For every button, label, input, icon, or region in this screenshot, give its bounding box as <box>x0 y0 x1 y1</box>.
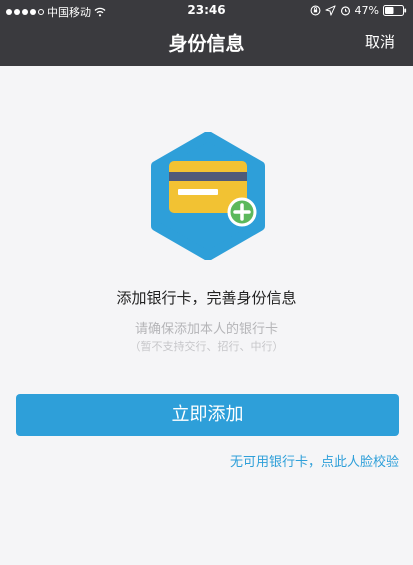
add-bank-card-icon <box>151 132 265 260</box>
battery-percent: 47% <box>354 4 379 17</box>
card-text-line <box>178 189 218 195</box>
battery-icon <box>383 5 407 16</box>
alarm-icon <box>340 6 350 16</box>
cancel-button[interactable]: 取消 <box>365 31 395 52</box>
status-right: 47% <box>310 4 407 17</box>
page-title: 身份信息 <box>168 33 245 55</box>
rotation-lock-icon <box>310 5 320 16</box>
face-verification-link[interactable]: 无可用银行卡，点此人脸校验 <box>230 451 399 470</box>
status-bar: 中国移动 23:46 47% <box>0 0 413 22</box>
location-icon <box>324 5 336 16</box>
unsupported-banks-note: （暂不支持交行、招行、中行） <box>129 340 284 353</box>
header-bar: 中国移动 23:46 47% 身份信息 取消 <box>0 0 413 66</box>
main-message: 添加银行卡，完善身份信息 <box>116 289 297 307</box>
add-now-button[interactable]: 立即添加 <box>16 394 399 436</box>
card-stripe <box>169 172 247 181</box>
sub-message: 请确保添加本人的银行卡 <box>134 322 278 337</box>
